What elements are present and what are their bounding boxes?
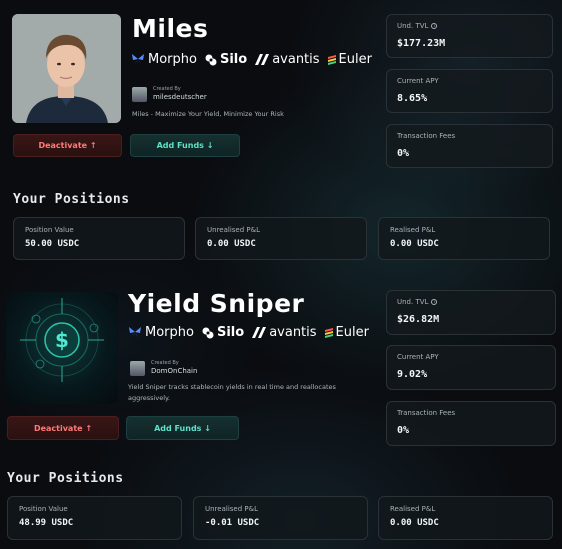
stat-label: Transaction Fees bbox=[397, 132, 456, 140]
stat-value: $26.82M bbox=[397, 314, 440, 325]
protocol-avantis: avantis bbox=[255, 52, 320, 67]
stat-value: 0% bbox=[397, 425, 410, 436]
vault-avatar-yield-sniper: $ bbox=[6, 292, 118, 404]
created-by-label: Created By bbox=[151, 360, 179, 366]
svg-text:$: $ bbox=[55, 328, 69, 352]
avantis-icon bbox=[252, 327, 267, 338]
butterfly-icon bbox=[132, 54, 144, 65]
vault-title: Yield Sniper bbox=[128, 289, 305, 318]
protocol-silo: Silo bbox=[205, 52, 247, 67]
pos-label: Position Value bbox=[25, 226, 74, 234]
creator-name[interactable]: DomOnChain bbox=[151, 367, 197, 376]
protocol-silo: Silo bbox=[202, 325, 244, 340]
stat-label: Und. TVL bbox=[397, 22, 429, 30]
pos-label: Realised P&L bbox=[390, 505, 436, 513]
stat-card-fees: Transaction Fees 0% bbox=[386, 124, 553, 168]
creator-info: Created By milesdeutscher bbox=[132, 86, 207, 102]
pos-value: 48.99 USDC bbox=[19, 518, 74, 528]
info-icon[interactable]: i bbox=[431, 23, 438, 29]
silo-icon bbox=[205, 54, 217, 65]
protocol-list: Morpho Silo avantis Euler bbox=[128, 325, 369, 340]
positions-title: Your Positions bbox=[13, 192, 130, 207]
pos-value: 0.00 USDC bbox=[207, 239, 256, 249]
protocol-morpho: Morpho bbox=[131, 52, 197, 67]
deactivate-button[interactable]: Deactivate ↑ bbox=[7, 416, 119, 440]
avantis-icon bbox=[255, 54, 270, 65]
creator-name[interactable]: milesdeutscher bbox=[153, 93, 207, 102]
stat-label: Und. TVL bbox=[397, 298, 429, 306]
stat-value: $177.23M bbox=[397, 38, 446, 49]
pos-label: Unrealised P&L bbox=[205, 505, 258, 513]
position-value-card: Position Value 48.99 USDC bbox=[7, 496, 182, 540]
stat-value: 9.02% bbox=[397, 369, 428, 380]
unrealised-pnl-card: Unrealised P&L -0.01 USDC bbox=[193, 496, 368, 540]
protocol-avantis: avantis bbox=[252, 325, 317, 340]
unrealised-pnl-card: Unrealised P&L 0.00 USDC bbox=[195, 217, 367, 260]
pos-label: Realised P&L bbox=[390, 226, 436, 234]
protocol-euler: Euler bbox=[327, 52, 372, 67]
butterfly-icon bbox=[129, 327, 141, 338]
stat-label: Current APY bbox=[397, 353, 439, 361]
dollar-target-icon: $ bbox=[20, 298, 104, 382]
creator-avatar bbox=[130, 360, 145, 376]
pos-value: 50.00 USDC bbox=[25, 239, 80, 249]
deactivate-button[interactable]: Deactivate ↑ bbox=[13, 134, 122, 157]
stat-card-fees: Transaction Fees 0% bbox=[386, 401, 556, 446]
creator-avatar bbox=[132, 86, 147, 102]
protocol-morpho: Morpho bbox=[128, 325, 194, 340]
position-value-card: Position Value 50.00 USDC bbox=[13, 217, 185, 260]
euler-icon bbox=[324, 328, 333, 338]
vault-avatar-miles bbox=[12, 14, 121, 123]
positions-title: Your Positions bbox=[7, 471, 124, 486]
stat-value: 0% bbox=[397, 148, 410, 159]
vault-description: Yield Sniper tracks stablecoin yields in… bbox=[128, 383, 336, 402]
add-funds-button[interactable]: Add Funds ↓ bbox=[130, 134, 240, 157]
protocol-euler: Euler bbox=[324, 325, 369, 340]
created-by-label: Created By bbox=[153, 86, 181, 92]
pos-value: -0.01 USDC bbox=[205, 518, 260, 528]
stat-card-apy: Current APY 9.02% bbox=[386, 345, 556, 390]
pos-value: 0.00 USDC bbox=[390, 518, 439, 528]
pos-label: Position Value bbox=[19, 505, 68, 513]
euler-icon bbox=[327, 55, 336, 65]
protocol-list: Morpho Silo avantis Euler bbox=[131, 52, 372, 67]
vault-description: Miles - Maximize Your Yield, Minimize Yo… bbox=[132, 110, 284, 118]
add-funds-button[interactable]: Add Funds ↓ bbox=[126, 416, 239, 440]
pos-value: 0.00 USDC bbox=[390, 239, 439, 249]
vault-title: Miles bbox=[132, 14, 209, 43]
stat-label: Transaction Fees bbox=[397, 409, 456, 417]
stat-card-tvl: Und. TVL i $26.82M bbox=[386, 290, 556, 335]
realised-pnl-card: Realised P&L 0.00 USDC bbox=[378, 217, 550, 260]
silo-icon bbox=[202, 327, 214, 338]
stat-value: 8.65% bbox=[397, 93, 428, 104]
stat-card-apy: Current APY 8.65% bbox=[386, 69, 553, 113]
realised-pnl-card: Realised P&L 0.00 USDC bbox=[378, 496, 553, 540]
pos-label: Unrealised P&L bbox=[207, 226, 260, 234]
stat-card-tvl: Und. TVL i $177.23M bbox=[386, 14, 553, 58]
stat-label: Current APY bbox=[397, 77, 439, 85]
creator-info: Created By DomOnChain bbox=[130, 360, 197, 376]
info-icon[interactable]: i bbox=[431, 299, 438, 305]
